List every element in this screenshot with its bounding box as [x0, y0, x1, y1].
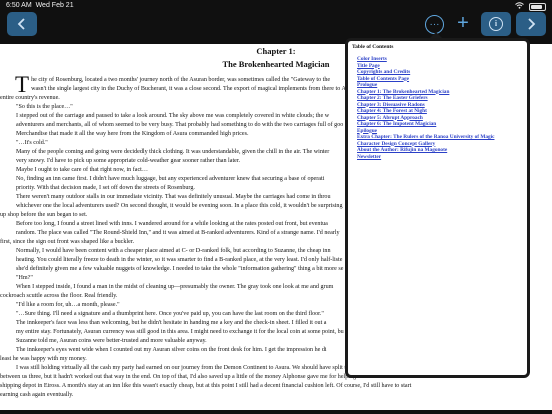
- toc-list: Color Inserts Title Page Copyrights and Cr…: [357, 56, 494, 160]
- ellipsis-icon: ···: [429, 18, 440, 30]
- toc-title: Table of Contents: [352, 44, 394, 50]
- bottom-bar: [0, 410, 552, 414]
- status-clock: 6:50 AM: [6, 2, 32, 9]
- chevron-right-icon: [528, 18, 536, 30]
- battery-icon: [529, 2, 546, 11]
- info-icon: i: [489, 17, 503, 31]
- toc-item[interactable]: Newsletter: [357, 154, 494, 161]
- wifi-icon: [515, 2, 524, 11]
- text-line: earning cash again eventually.: [0, 392, 74, 398]
- status-time: 6:50 AM Wed Feb 21: [6, 2, 74, 9]
- back-button[interactable]: [7, 12, 37, 36]
- status-indicators: [515, 2, 546, 11]
- forward-button[interactable]: [516, 12, 546, 36]
- drop-cap: T: [15, 72, 30, 97]
- table-of-contents-popover: Table of Contents Color Inserts Title Pag…: [345, 32, 530, 378]
- status-bar: 6:50 AM Wed Feb 21: [0, 0, 552, 12]
- text-span: he city of Rosenburg, located a two mont…: [31, 77, 331, 83]
- info-button[interactable]: i: [481, 12, 511, 36]
- text-line: shipping depot in Eiross. A month's stay…: [0, 383, 412, 389]
- chevron-left-icon: [17, 18, 25, 30]
- toc-item[interactable]: Extra Chapter: The Rulers of the Ranoa U…: [357, 134, 494, 141]
- status-date: Wed Feb 21: [35, 2, 74, 9]
- add-bookmark-button[interactable]: +: [455, 12, 471, 34]
- plus-icon: +: [457, 11, 469, 34]
